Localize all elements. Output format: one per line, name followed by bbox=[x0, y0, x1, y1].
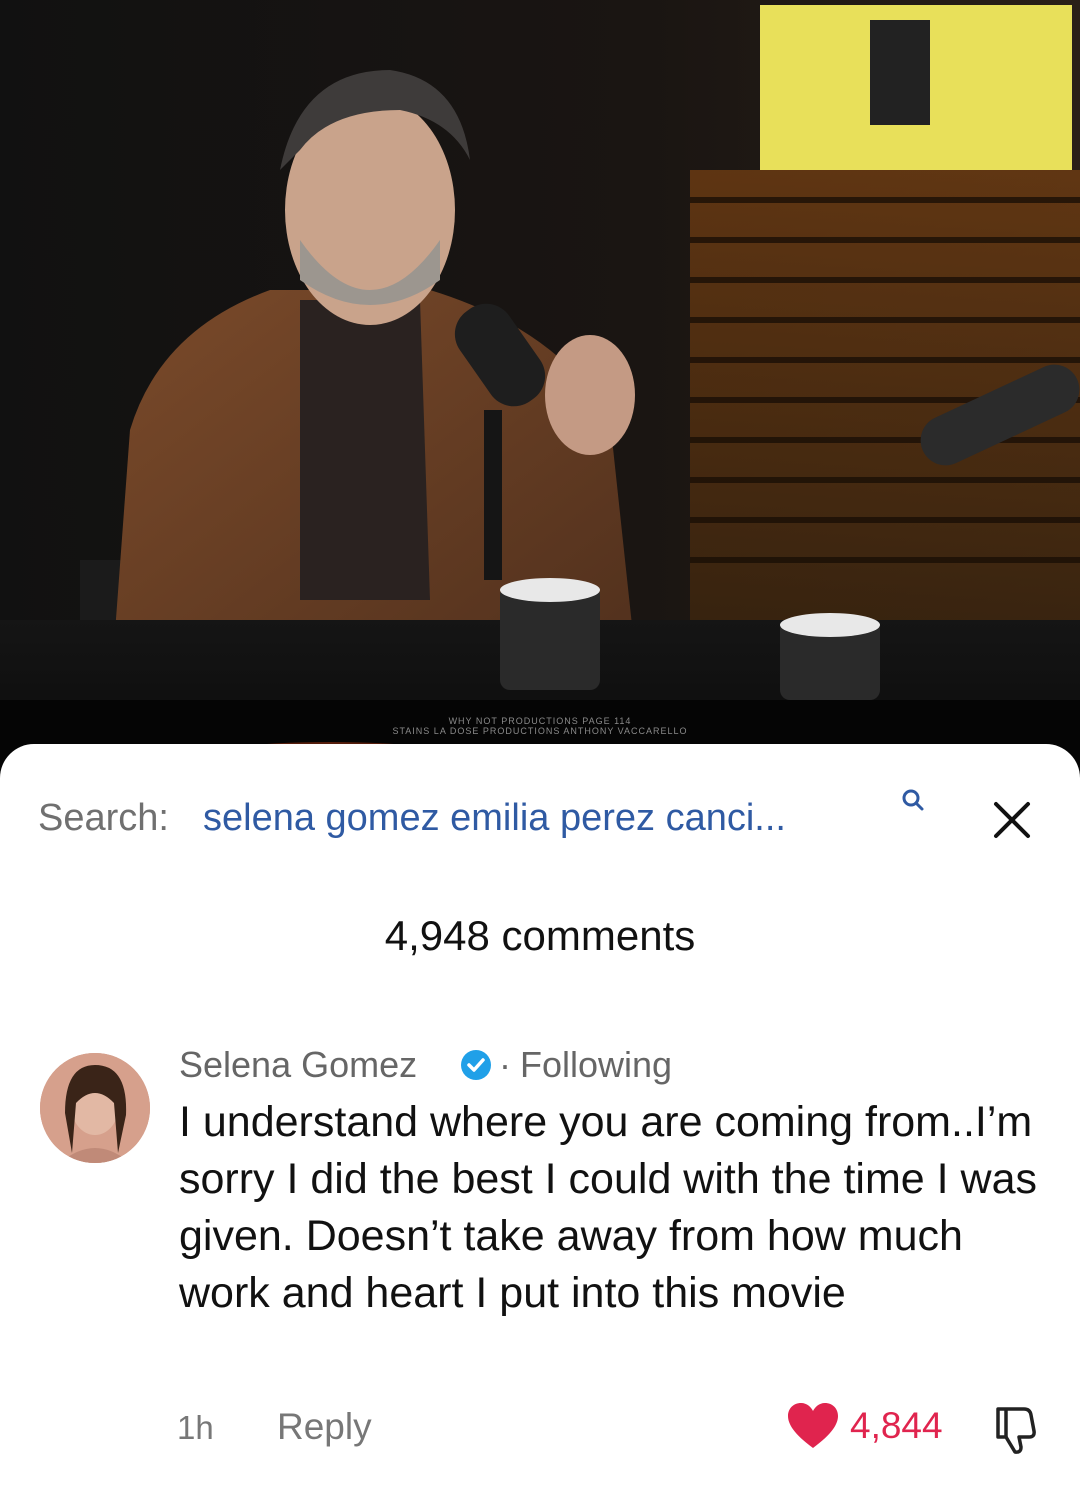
credit-line-1: WHY NOT PRODUCTIONS PAGE 114 bbox=[448, 716, 632, 726]
verified-icon bbox=[461, 1050, 491, 1080]
avatar[interactable] bbox=[40, 1053, 150, 1163]
comment-text: I understand where you are coming from..… bbox=[179, 1098, 1037, 1317]
following-label[interactable]: Following bbox=[520, 1044, 672, 1086]
tiktok-screen: WHY NOT PRODUCTIONS PAGE 114 STAINS LA D… bbox=[0, 0, 1080, 1485]
credit-line-2: STAINS LA DOSE PRODUCTIONS ANTHONY VACCA… bbox=[392, 726, 688, 736]
video-credit: WHY NOT PRODUCTIONS PAGE 114 STAINS LA D… bbox=[0, 716, 1080, 736]
comments-count: 4,948 comments bbox=[384, 912, 696, 959]
separator-dot: · bbox=[499, 1044, 511, 1085]
video-player[interactable]: WHY NOT PRODUCTIONS PAGE 114 STAINS LA D… bbox=[0, 0, 1080, 780]
search-icon[interactable] bbox=[898, 786, 928, 816]
comment-time: 1h bbox=[177, 1409, 214, 1446]
reply-button[interactable]: Reply bbox=[277, 1406, 372, 1448]
close-icon[interactable] bbox=[988, 796, 1036, 844]
search-label: Search: bbox=[38, 797, 169, 839]
video-frame bbox=[0, 0, 1080, 780]
like-count: 4,844 bbox=[850, 1405, 943, 1446]
search-query-link[interactable]: selena gomez emilia perez canci... bbox=[203, 797, 786, 840]
heart-icon[interactable] bbox=[786, 1402, 840, 1450]
dislike-icon[interactable] bbox=[986, 1401, 1042, 1457]
comment-username[interactable]: Selena Gomez bbox=[179, 1044, 417, 1086]
